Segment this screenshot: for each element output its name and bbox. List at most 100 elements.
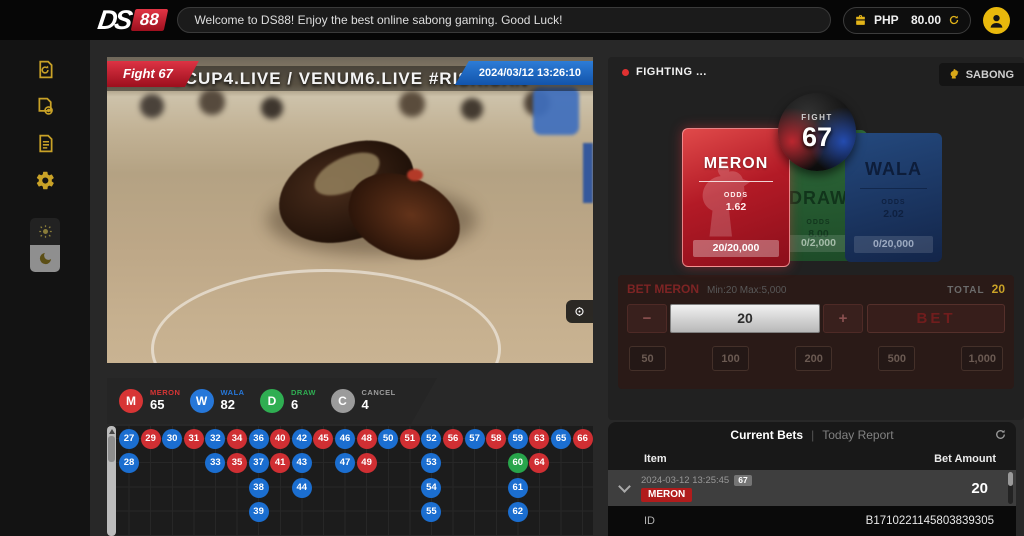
bet-fight-badge: 67 bbox=[734, 475, 751, 486]
result-cell: 35 bbox=[227, 453, 247, 473]
result-cell: 45 bbox=[313, 429, 333, 449]
meron-count-value: 65 bbox=[150, 398, 180, 413]
live-status-dot bbox=[622, 69, 629, 76]
result-cell: 58 bbox=[486, 429, 506, 449]
wala-odds-label: ODDS bbox=[881, 199, 905, 206]
game-rules-icon bbox=[35, 133, 56, 154]
sidebar-item-settings[interactable] bbox=[30, 165, 60, 195]
result-cell: 65 bbox=[551, 429, 571, 449]
left-sidebar bbox=[0, 40, 90, 536]
wala-card-title: WALA bbox=[865, 159, 922, 180]
bet-amount-row: − 20 + BET bbox=[627, 304, 1005, 333]
sidebar-item-game-rules[interactable] bbox=[30, 128, 60, 158]
wallet-currency: PHP bbox=[874, 13, 899, 27]
camera-switch-button[interactable] bbox=[566, 300, 593, 323]
result-cell: 52 bbox=[421, 429, 441, 449]
result-cell: 38 bbox=[249, 478, 269, 498]
fight-number-ribbon: Fight 67 bbox=[107, 61, 199, 87]
result-cell: 33 bbox=[205, 453, 225, 473]
decrease-amount-button[interactable]: − bbox=[627, 304, 667, 333]
bets-scrollbar-thumb[interactable] bbox=[1008, 472, 1013, 486]
chevron-down-icon[interactable] bbox=[618, 480, 631, 493]
result-cell: 62 bbox=[508, 502, 528, 522]
fight-number-circle: FIGHT 67 bbox=[778, 93, 856, 171]
bet-cards-zone: MERON ODDS 1.62 20/20,000 DRAW ODDS 8.00… bbox=[608, 87, 1024, 273]
quick-bet-200[interactable]: 200 bbox=[795, 346, 832, 371]
meron-bet-card[interactable]: MERON ODDS 1.62 20/20,000 bbox=[682, 128, 790, 267]
draw-count-value: 6 bbox=[291, 398, 316, 413]
bet-row[interactable]: 2024-03-12 13:25:45 67 MERON 20 bbox=[608, 470, 1016, 506]
quick-bet-500[interactable]: 500 bbox=[878, 346, 915, 371]
scroll-up-icon[interactable] bbox=[109, 429, 115, 434]
results-summary-bar: M MERON65 W WALA82 D DRAW6 C CANCEL4 bbox=[107, 378, 437, 424]
video-blue-tarp bbox=[533, 87, 579, 135]
result-cell: 59 bbox=[508, 429, 528, 449]
refresh-balance-icon[interactable] bbox=[948, 14, 960, 26]
meron-count-badge: M bbox=[119, 389, 143, 413]
wala-pool-amount: 0/20,000 bbox=[854, 236, 934, 253]
bet-time-text: 2024-03-12 13:25:45 bbox=[641, 475, 729, 486]
video-blue-rail bbox=[583, 143, 593, 203]
refresh-bets-icon bbox=[994, 428, 1007, 441]
result-summary-item: C CANCEL4 bbox=[331, 389, 402, 413]
draw-odds-label: ODDS bbox=[806, 219, 830, 226]
quick-bet-1000[interactable]: 1,000 bbox=[961, 346, 1003, 371]
result-grid: 2728293031323334353637383940414243444546… bbox=[107, 426, 593, 536]
column-item: Item bbox=[644, 453, 667, 465]
result-cell: 66 bbox=[573, 429, 593, 449]
result-cell: 42 bbox=[292, 429, 312, 449]
cancel-count-badge: C bbox=[331, 389, 355, 413]
bet-row-main: 2024-03-12 13:25:45 67 MERON bbox=[641, 475, 752, 502]
place-bet-button[interactable]: BET bbox=[867, 304, 1005, 333]
result-cell: 53 bbox=[421, 453, 441, 473]
result-cell: 56 bbox=[443, 429, 463, 449]
bet-amount-input[interactable]: 20 bbox=[670, 304, 820, 333]
wala-count-value: 82 bbox=[221, 398, 245, 413]
result-cell: 27 bbox=[119, 429, 139, 449]
sidebar-item-bet-history[interactable] bbox=[30, 54, 60, 84]
wallet-pill[interactable]: PHP 80.00 bbox=[843, 7, 971, 34]
bet-controls: BET MERON Min:20 Max:5,000 TOTAL 20 − 20… bbox=[618, 275, 1014, 389]
video-arena-ring bbox=[151, 269, 501, 363]
sidebar-item-cash-records[interactable] bbox=[30, 91, 60, 121]
tab-today-report[interactable]: Today Report bbox=[822, 428, 893, 442]
briefcase-icon bbox=[854, 14, 867, 27]
result-cell: 40 bbox=[270, 429, 290, 449]
betting-panel: FIGHTING ... SABONG MERON ODDS 1.62 20/2… bbox=[608, 57, 1024, 420]
result-cell: 43 bbox=[292, 453, 312, 473]
settings-gear-icon bbox=[35, 170, 56, 191]
result-summary-item: W WALA82 bbox=[190, 389, 261, 413]
theme-light-button[interactable] bbox=[30, 218, 60, 245]
welcome-marquee: Welcome to DS88! Enjoy the best online s… bbox=[177, 7, 831, 33]
logo-text-ds: DS bbox=[96, 5, 132, 36]
result-cell: 32 bbox=[205, 429, 225, 449]
result-cell: 57 bbox=[465, 429, 485, 449]
grid-scrollbar-thumb[interactable] bbox=[108, 436, 115, 462]
quick-bet-100[interactable]: 100 bbox=[712, 346, 749, 371]
result-cell: 47 bbox=[335, 453, 355, 473]
fight-circle-number: 67 bbox=[802, 124, 832, 151]
user-avatar[interactable] bbox=[983, 7, 1010, 34]
result-cell: 64 bbox=[529, 453, 549, 473]
tab-current-bets[interactable]: Current Bets bbox=[730, 428, 803, 442]
ds88-logo[interactable]: DS 88 bbox=[98, 5, 165, 36]
grid-scrollbar[interactable] bbox=[107, 426, 116, 536]
result-cell: 30 bbox=[162, 429, 182, 449]
wala-bet-card[interactable]: WALA ODDS 2.02 0/20,000 bbox=[845, 133, 942, 262]
quick-bet-50[interactable]: 50 bbox=[629, 346, 666, 371]
result-cell: 36 bbox=[249, 429, 269, 449]
result-cell: 28 bbox=[119, 453, 139, 473]
bets-scrollbar[interactable] bbox=[1008, 472, 1013, 504]
result-cell: 61 bbox=[508, 478, 528, 498]
sabong-badge: SABONG bbox=[939, 63, 1024, 86]
bet-history-icon bbox=[35, 59, 56, 80]
fight-status-text: FIGHTING ... bbox=[636, 66, 707, 78]
result-cell: 29 bbox=[141, 429, 161, 449]
result-cell: 48 bbox=[357, 429, 377, 449]
bet-limits: Min:20 Max:5,000 bbox=[707, 285, 787, 296]
theme-dark-button[interactable] bbox=[30, 245, 60, 272]
increase-amount-button[interactable]: + bbox=[823, 304, 863, 333]
bet-total-label: TOTAL bbox=[947, 285, 984, 296]
refresh-bets-button[interactable] bbox=[994, 428, 1007, 446]
cancel-count-value: 4 bbox=[362, 398, 396, 413]
